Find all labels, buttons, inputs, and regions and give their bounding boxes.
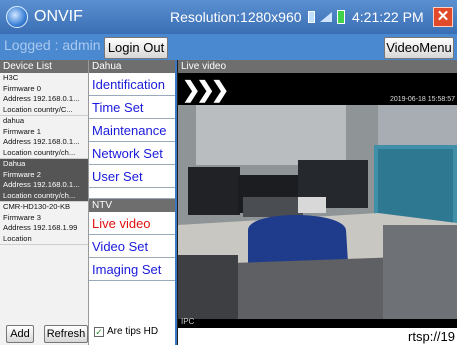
device-location: Location country/ch... [3, 190, 76, 200]
close-icon: ✕ [436, 8, 450, 25]
ipc-label: IPC [181, 317, 195, 326]
menu-item-imaging-set[interactable]: Imaging Set [89, 258, 175, 281]
menu-divider [89, 188, 175, 199]
logged-in-user: Logged : admin [4, 37, 101, 53]
live-video-panel: Live video ❯❯❯ 2019-06-18 15:58:57 IPC r… [178, 60, 457, 345]
device-location: Location country/C... [3, 104, 73, 114]
device-firmware: Firmware 2 [3, 169, 41, 179]
refresh-button[interactable]: Refresh [44, 325, 88, 343]
device-item[interactable]: H3C Firmware 0 Address 192.168.0.1... Lo… [0, 73, 88, 116]
tips-checkbox[interactable]: ✓ [94, 326, 104, 337]
battery-icon [337, 10, 345, 24]
office-scene-image [178, 105, 457, 319]
device-name: CMR-HD130-20-KB [3, 202, 71, 211]
device-firmware: Firmware 0 [3, 83, 41, 93]
device-address: Address 192.168.0.1... [3, 137, 80, 146]
action-bar: Logged : admin Login Out VideoMenu [0, 34, 457, 60]
menu-item-user-set[interactable]: User Set [89, 165, 175, 188]
device-firmware: Firmware 1 [3, 126, 41, 136]
device-name: Dahua [3, 159, 26, 168]
device-address: Address 192.168.0.1... [3, 180, 80, 189]
login-out-button[interactable]: Login Out [104, 37, 168, 59]
menu-header: Dahua [89, 60, 175, 73]
live-video-header: Live video [178, 60, 457, 73]
device-name: H3C [3, 73, 19, 82]
settings-menu-panel: Dahua Identification Time Set Maintenanc… [89, 60, 177, 345]
clock: 4:21:22 PM [352, 9, 424, 25]
menu-subheader: NTV [89, 199, 175, 212]
menu-item-maintenance[interactable]: Maintenance [89, 119, 175, 142]
app-title: ONVIF [34, 8, 83, 25]
tips-label: Are tips HD [107, 326, 159, 337]
device-address: Address 192.168.0.1... [3, 94, 80, 103]
rtsp-url-bar: rtsp://19 [178, 328, 457, 345]
camera-feed[interactable] [178, 105, 457, 319]
menu-item-time-set[interactable]: Time Set [89, 96, 175, 119]
device-list-header: Device List [0, 60, 88, 73]
device-location: Location country/ch... [3, 147, 76, 157]
menu-item-live-video[interactable]: Live video [89, 212, 175, 235]
menu-item-identification[interactable]: Identification [89, 73, 175, 96]
device-firmware: Firmware 3 [3, 212, 41, 222]
status-bar: ONVIF Resolution:1280x960 4:21:22 PM ✕ [0, 0, 457, 34]
rtsp-url: rtsp://19 [408, 329, 455, 344]
device-location: Location [3, 233, 32, 243]
network-signal-icon [320, 12, 332, 22]
device-item[interactable]: CMR-HD130-20-KB Firmware 3 Address 192.1… [0, 202, 88, 245]
video-menu-button[interactable]: VideoMenu [384, 37, 454, 59]
sim-card-icon [308, 11, 315, 23]
resolution-label: Resolution:1280x960 [170, 9, 302, 25]
menu-item-video-set[interactable]: Video Set [89, 235, 175, 258]
forward-chevrons-icon: ❯❯❯ [182, 77, 229, 102]
device-item-selected[interactable]: Dahua Firmware 2 Address 192.168.0.1... … [0, 159, 88, 202]
device-name: dahua [3, 116, 25, 125]
onvif-logo-icon [6, 6, 28, 28]
video-timestamp: 2019-06-18 15:58:57 [390, 96, 455, 103]
tips-toggle[interactable]: ✓ Are tips HD [94, 326, 158, 337]
menu-item-network-set[interactable]: Network Set [89, 142, 175, 165]
device-address: Address 192.168.1.99 [3, 223, 78, 232]
device-list-panel: Device List H3C Firmware 0 Address 192.1… [0, 60, 89, 345]
close-button[interactable]: ✕ [433, 7, 453, 27]
system-icons [308, 10, 345, 24]
device-item[interactable]: dahua Firmware 1 Address 192.168.0.1... … [0, 116, 88, 159]
add-device-button[interactable]: Add [6, 325, 34, 343]
